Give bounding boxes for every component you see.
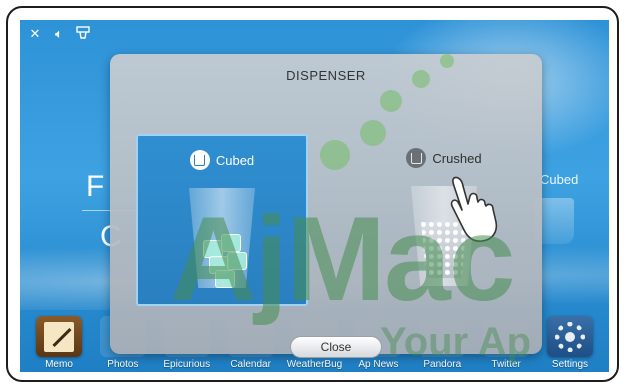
- speaker-icon[interactable]: 🔈︎: [50, 26, 68, 44]
- dock-label: Pandora: [423, 359, 462, 370]
- hand-pointer-icon: [450, 176, 498, 242]
- dock-item-settings[interactable]: Settings: [541, 316, 599, 370]
- device-frame: ✕ 🔈︎ F C Cubed Memo Photos: [6, 6, 619, 382]
- dispenser-icon[interactable]: [74, 26, 92, 44]
- dock-label: Epicurious: [163, 359, 211, 370]
- option-header: Cubed: [138, 150, 306, 170]
- background-option-label: Cubed: [540, 172, 579, 187]
- gear-icon: [547, 316, 593, 357]
- dock-label: Twitter: [491, 359, 521, 370]
- screen: ✕ 🔈︎ F C Cubed Memo Photos: [20, 20, 609, 372]
- status-bar: ✕ 🔈︎: [26, 26, 92, 44]
- dialog-title: DISPENSER: [286, 68, 366, 83]
- dock-item-memo[interactable]: Memo: [30, 316, 88, 370]
- option-cubed[interactable]: Cubed: [136, 134, 308, 306]
- dock-label: Memo: [45, 359, 73, 370]
- cup-icon: [406, 148, 427, 168]
- dispenser-dialog: DISPENSER Cubed Crushed Close: [110, 54, 542, 358]
- memo-icon: [36, 316, 82, 357]
- dock-label: WeatherBug: [286, 359, 343, 370]
- dock-label: Calendar: [230, 359, 271, 370]
- dock-label: Ap News: [358, 359, 399, 370]
- dock-label: Photos: [107, 359, 139, 370]
- option-label: Crushed: [432, 150, 482, 166]
- cup-icon: [189, 150, 210, 170]
- option-header: Crushed: [358, 148, 530, 168]
- dock-label: Settings: [551, 359, 589, 370]
- background-text-top: F: [86, 170, 105, 203]
- option-label: Cubed: [215, 152, 255, 168]
- close-icon[interactable]: ✕: [26, 26, 44, 44]
- cubed-ice-glass-icon: [189, 188, 255, 288]
- close-button[interactable]: Close: [290, 336, 382, 358]
